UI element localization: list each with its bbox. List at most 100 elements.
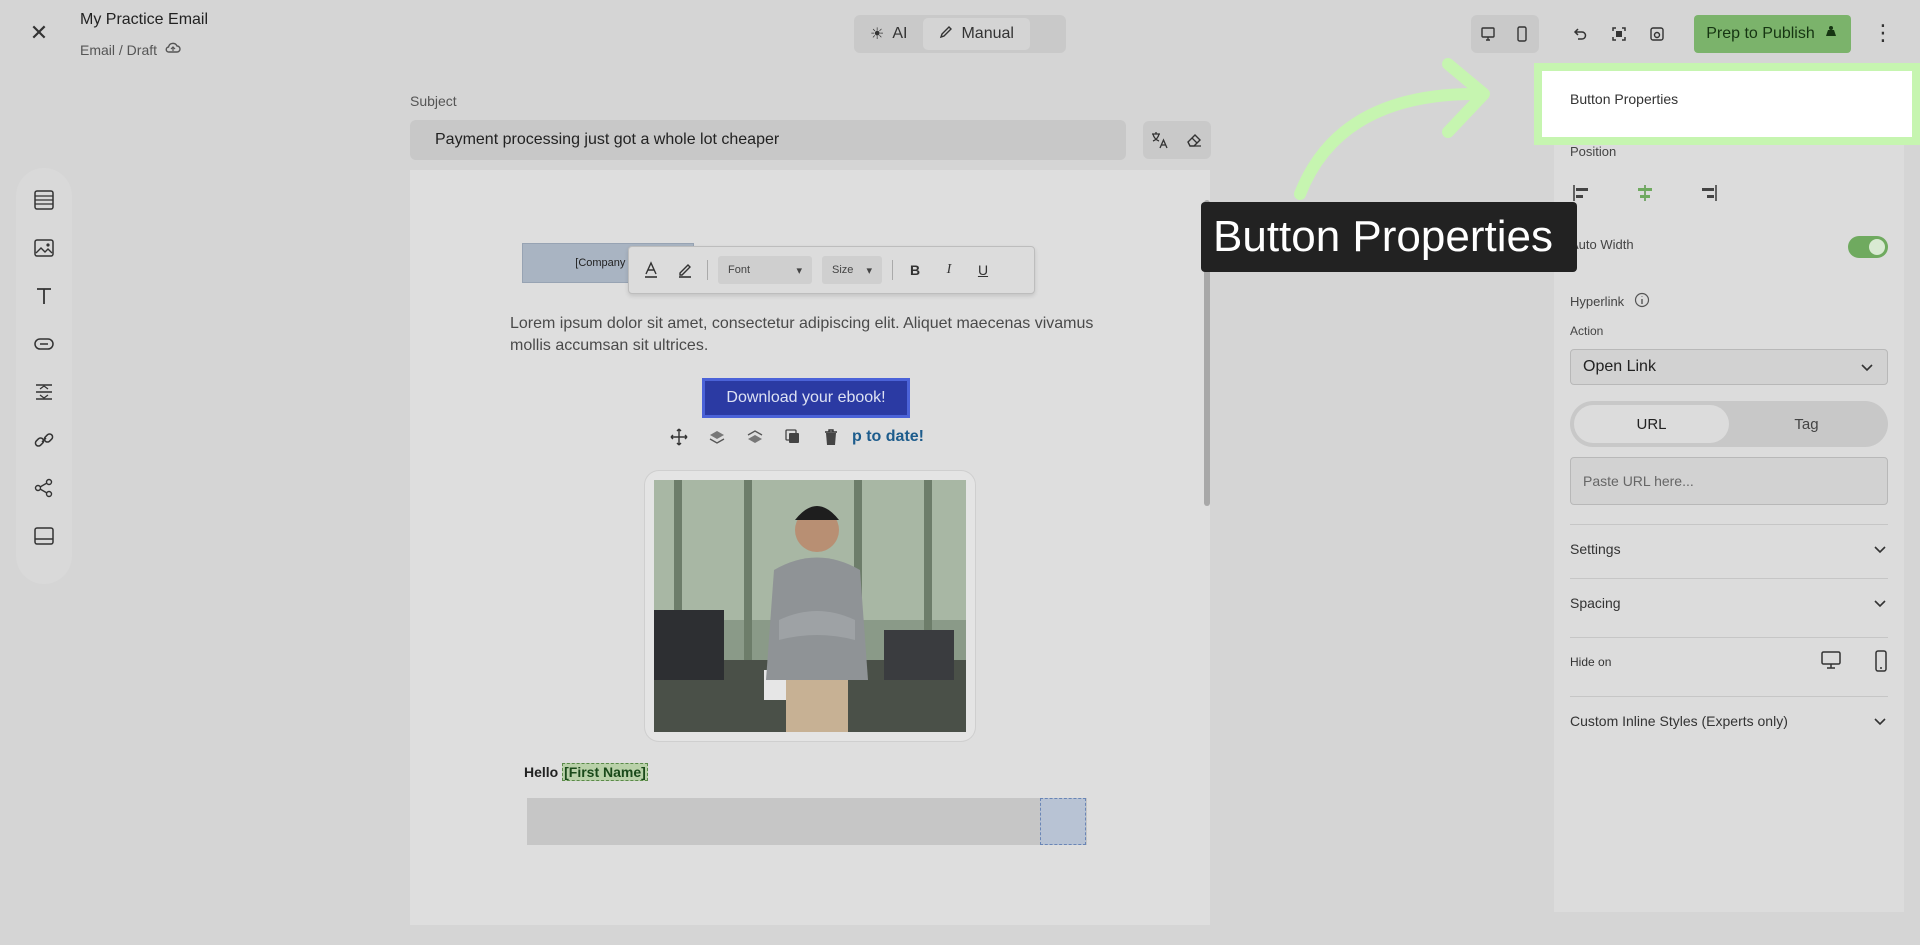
align-right-icon[interactable] xyxy=(1696,181,1720,205)
divider-icon[interactable] xyxy=(32,380,56,404)
element-toolbar xyxy=(16,168,72,584)
hide-on-label: Hide on xyxy=(1570,655,1612,669)
sparkle-icon: ☀ xyxy=(870,26,885,43)
auto-width-label: Auto Width xyxy=(1570,237,1634,252)
rocket-icon xyxy=(1823,24,1839,45)
hide-on-devices xyxy=(1820,649,1888,675)
hyperlink-row: Hyperlink xyxy=(1570,292,1650,311)
custom-styles-label: Custom Inline Styles (Experts only) xyxy=(1570,713,1788,729)
font-select[interactable]: Font ▾ xyxy=(718,256,812,284)
underline-icon[interactable]: U xyxy=(971,258,995,282)
chevron-down-icon xyxy=(1872,595,1888,611)
auto-width-toggle[interactable] xyxy=(1848,236,1888,258)
translate-icon[interactable] xyxy=(1148,128,1172,152)
duplicate-icon[interactable] xyxy=(781,425,805,449)
pencil-icon xyxy=(939,25,953,44)
undo-icon[interactable] xyxy=(1568,22,1592,46)
action-label: Action xyxy=(1570,324,1604,338)
font-select-label: Font xyxy=(728,264,751,276)
panel-title: Button Properties xyxy=(1570,91,1679,107)
trash-icon[interactable] xyxy=(819,425,843,449)
chevron-down-icon xyxy=(1872,541,1888,557)
top-bar: ✕ My Practice Email Email / Draft ☀ AI M… xyxy=(0,0,1920,70)
hide-on-row: Hide on xyxy=(1570,637,1888,686)
spacing-label: Spacing xyxy=(1570,595,1621,611)
bold-icon[interactable]: B xyxy=(903,258,927,282)
fullscreen-icon[interactable] xyxy=(1607,22,1631,46)
move-icon[interactable] xyxy=(667,425,691,449)
greeting-prefix: Hello xyxy=(524,764,559,780)
hide-mobile-icon[interactable] xyxy=(1874,649,1888,675)
text-format-toolbar: Font ▾ Size ▾ B I U xyxy=(628,246,1035,294)
prep-to-publish-button[interactable]: Prep to Publish xyxy=(1694,15,1851,53)
url-input[interactable]: Paste URL here... xyxy=(1570,457,1888,505)
chevron-down-icon: ▾ xyxy=(796,264,802,277)
image-icon[interactable] xyxy=(32,236,56,260)
hide-desktop-icon[interactable] xyxy=(1820,650,1842,675)
align-center-icon[interactable] xyxy=(1633,181,1657,205)
download-ebook-button[interactable]: Download your ebook! xyxy=(702,378,910,418)
subject-input[interactable]: Payment processing just got a whole lot … xyxy=(410,120,1126,160)
info-icon[interactable] xyxy=(1634,292,1650,311)
mode-ai-label: AI xyxy=(892,25,908,42)
preview-icon[interactable] xyxy=(1645,22,1669,46)
tab-tag[interactable]: Tag xyxy=(1729,405,1884,443)
hyperlink-label: Hyperlink xyxy=(1570,294,1625,309)
size-select[interactable]: Size ▾ xyxy=(822,256,882,284)
size-select-label: Size xyxy=(832,264,854,276)
publish-label: Prep to Publish xyxy=(1706,25,1815,42)
breadcrumb-text: Email / Draft xyxy=(80,41,158,58)
spacing-section[interactable]: Spacing xyxy=(1570,578,1888,627)
highlight-icon[interactable] xyxy=(673,258,697,282)
eraser-icon[interactable] xyxy=(1182,128,1206,152)
link-icon[interactable] xyxy=(32,428,56,452)
button-block-icon[interactable] xyxy=(32,332,56,356)
layer-down-icon[interactable] xyxy=(705,425,729,449)
mode-manual-button[interactable]: Manual xyxy=(923,18,1030,50)
stay-up-to-date-heading: p to date! xyxy=(852,428,924,445)
tutorial-arrow-icon xyxy=(1294,58,1490,200)
device-toggle xyxy=(1471,15,1539,53)
mode-toggle: ☀ AI Manual xyxy=(854,15,1066,53)
more-options-icon[interactable]: ⋮ xyxy=(1872,20,1894,46)
desktop-icon[interactable] xyxy=(1476,22,1500,46)
block-actions xyxy=(660,420,850,454)
subject-label: Subject xyxy=(410,93,457,109)
mobile-icon[interactable] xyxy=(1510,22,1534,46)
settings-section[interactable]: Settings xyxy=(1570,524,1888,573)
action-select[interactable]: Open Link xyxy=(1570,349,1888,385)
text-color-icon[interactable] xyxy=(639,258,663,282)
content-block[interactable] xyxy=(527,798,1087,845)
cta-label: Download your ebook! xyxy=(726,389,886,406)
social-share-icon[interactable] xyxy=(32,476,56,500)
close-icon[interactable]: ✕ xyxy=(28,22,50,44)
text-icon[interactable] xyxy=(32,284,56,308)
email-title: My Practice Email xyxy=(80,11,209,28)
chevron-down-icon xyxy=(1859,359,1875,375)
mode-ai-button[interactable]: ☀ AI xyxy=(854,18,923,50)
toolbar-divider xyxy=(892,260,893,280)
rows-icon[interactable] xyxy=(32,188,56,212)
custom-inline-styles-section[interactable]: Custom Inline Styles (Experts only) xyxy=(1570,696,1888,745)
breadcrumb: Email / Draft xyxy=(80,41,181,58)
mode-manual-label: Manual xyxy=(961,25,1014,42)
italic-icon[interactable]: I xyxy=(937,258,961,282)
chevron-down-icon xyxy=(1872,713,1888,729)
selected-column[interactable] xyxy=(1040,798,1086,845)
settings-label: Settings xyxy=(1570,541,1621,557)
position-alignment xyxy=(1570,181,1720,205)
link-type-tabs: URL Tag xyxy=(1570,401,1888,447)
first-name-merge-tag[interactable]: [First Name] xyxy=(562,763,648,781)
tutorial-callout: Button Properties xyxy=(1201,202,1577,272)
action-select-value: Open Link xyxy=(1583,358,1656,375)
hero-photo[interactable] xyxy=(654,480,966,732)
tab-url[interactable]: URL xyxy=(1574,405,1729,443)
cloud-sync-icon xyxy=(165,41,181,58)
position-label: Position xyxy=(1570,144,1617,159)
greeting-text[interactable]: Hello [First Name] xyxy=(524,763,648,781)
layer-up-icon[interactable] xyxy=(743,425,767,449)
toolbar-divider xyxy=(707,260,708,280)
body-paragraph[interactable]: Lorem ipsum dolor sit amet, consectetur … xyxy=(510,313,1110,357)
subject-tools xyxy=(1143,121,1211,159)
footer-block-icon[interactable] xyxy=(32,524,56,548)
